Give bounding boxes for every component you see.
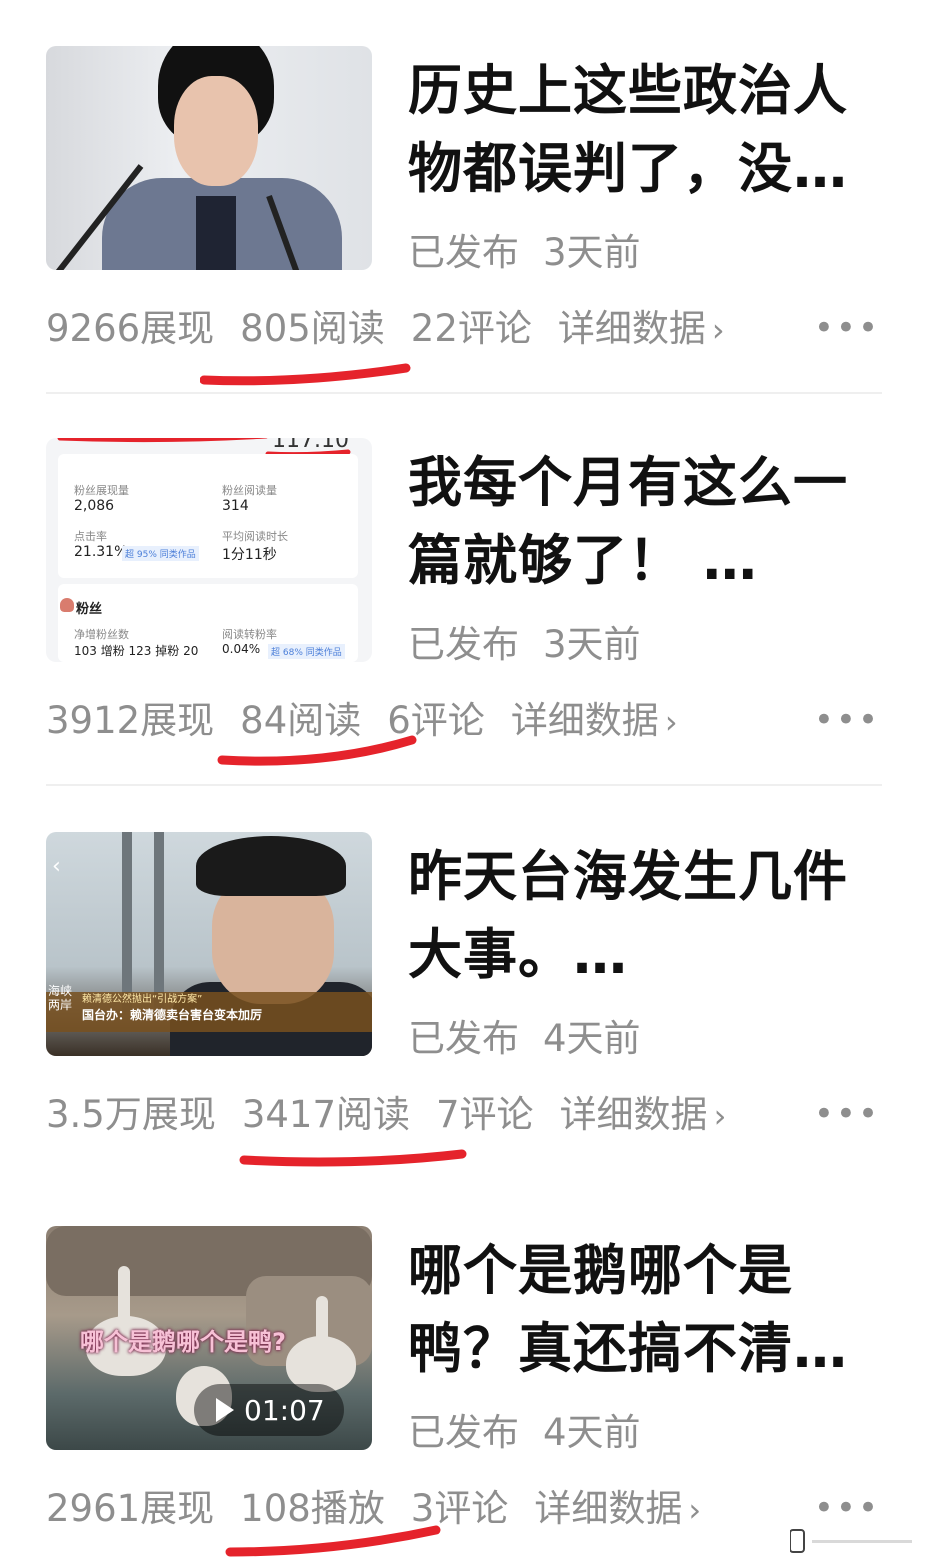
publish-status: 已发布: [408, 623, 519, 666]
divider: [46, 784, 882, 786]
detail-data-link[interactable]: 详细数据 ›: [511, 690, 678, 744]
article-thumbnail[interactable]: [46, 46, 372, 270]
article-card[interactable]: 哪个是鹅哪个是鸭? 01:07 哪个是鹅哪个是鸭？真还搞不清… 已发布 4天前 2…: [0, 1226, 928, 1566]
play-icon: [216, 1398, 234, 1422]
article-stats: 9266展现 805阅读 22评论 详细数据 ›: [46, 298, 751, 352]
publish-time: 4天前: [543, 1411, 641, 1454]
detail-data-link[interactable]: 详细数据 ›: [558, 298, 725, 352]
fan-impressions-value: 2,086: [74, 498, 115, 514]
detail-data-link[interactable]: 详细数据 ›: [534, 1478, 701, 1532]
comments-count[interactable]: 22评论: [411, 298, 532, 352]
article-thumbnail[interactable]: 哪个是鹅哪个是鸭? 01:07: [46, 1226, 372, 1450]
publish-status: 已发布: [408, 1411, 519, 1454]
reads-count: 3417阅读: [241, 1093, 411, 1136]
article-meta: 已发布 4天前: [408, 1402, 641, 1456]
chevron-right-icon: ›: [664, 703, 678, 741]
article-title[interactable]: 哪个是鹅哪个是鸭？真还搞不清…: [408, 1232, 878, 1388]
net-fans-value: 103 增粉 123 掉粉 20: [74, 644, 199, 658]
article-card[interactable]: ‹ 海峡两岸 赖清德公然抛出“引战方案” 国台办：赖清德卖台害台变本加厉 昨天台…: [0, 832, 928, 1224]
video-duration: 01:07: [244, 1393, 325, 1427]
detail-data-label: 详细数据: [510, 699, 659, 742]
publish-time: 3天前: [543, 231, 641, 274]
fan-reads-value: 314: [222, 498, 249, 514]
red-annotation-underline: [217, 735, 417, 766]
fan-impressions-label: 粉丝展现量: [74, 484, 129, 497]
article-thumbnail[interactable]: 117.10 粉丝展现量 2,086 粉丝阅读量 314 点击率 21.31% …: [46, 438, 372, 662]
article-card[interactable]: 117.10 粉丝展现量 2,086 粉丝阅读量 314 点击率 21.31% …: [0, 438, 928, 830]
ctr-value: 21.31%: [74, 544, 128, 560]
detail-data-link[interactable]: 详细数据 ›: [560, 1084, 727, 1138]
reads-count: 805阅读: [240, 307, 385, 350]
fan-reads-label: 粉丝阅读量: [222, 484, 277, 497]
video-overlay-text: 哪个是鹅哪个是鸭?: [80, 1328, 286, 1356]
ctr-label: 点击率: [74, 530, 107, 543]
more-dots-icon[interactable]: •••: [814, 1094, 880, 1134]
article-card[interactable]: 历史上这些政治人物都误判了，没… 已发布 3天前 9266展现 805阅读 22评…: [0, 46, 928, 438]
chevron-right-icon: ›: [713, 1097, 727, 1135]
chevron-right-icon: ›: [711, 311, 725, 349]
publish-time: 3天前: [543, 623, 641, 666]
comments-count[interactable]: 7评论: [436, 1084, 534, 1138]
divider: [46, 392, 882, 394]
net-fans-label: 净增粉丝数: [74, 628, 129, 641]
impressions-count: 3.5万展现: [46, 1093, 216, 1136]
article-thumbnail[interactable]: ‹ 海峡两岸 赖清德公然抛出“引战方案” 国台办：赖清德卖台害台变本加厉: [46, 832, 372, 1056]
more-dots-icon[interactable]: •••: [814, 308, 880, 348]
detail-data-label: 详细数据: [559, 1093, 708, 1136]
user-icon: [60, 598, 74, 612]
impressions-count: 3912展现: [46, 699, 215, 742]
avg-time-label: 平均阅读时长: [222, 530, 288, 543]
fans-section-title: 粉丝: [76, 602, 103, 617]
publish-time: 4天前: [543, 1017, 641, 1060]
impressions-count: 2961展现: [46, 1487, 215, 1530]
more-dots-icon[interactable]: •••: [814, 1488, 880, 1528]
conversion-tag: 超 68% 同类作品: [268, 644, 345, 659]
publish-status: 已发布: [408, 1017, 519, 1060]
article-title[interactable]: 历史上这些政治人物都误判了，没…: [408, 52, 878, 208]
article-title[interactable]: 昨天台海发生几件大事。…: [408, 838, 878, 994]
red-annotation-underline: [225, 1525, 441, 1557]
avg-time-value: 1分11秒: [222, 547, 277, 563]
back-arrow-icon: ‹: [52, 854, 61, 879]
red-annotation-underline: [200, 363, 411, 386]
more-dots-icon[interactable]: •••: [814, 700, 880, 740]
chevron-right-icon: ›: [688, 1491, 702, 1529]
red-annotation-underline: [239, 1149, 467, 1167]
watermark-icon: [790, 1529, 912, 1553]
video-duration-badge[interactable]: 01:07: [194, 1384, 344, 1436]
publish-status: 已发布: [408, 231, 519, 274]
channel-logo: 海峡两岸: [48, 984, 73, 1012]
impressions-count: 9266展现: [46, 307, 215, 350]
article-meta: 已发布 3天前: [408, 222, 641, 276]
conversion-value: 0.04%: [222, 642, 261, 656]
ctr-tag: 超 95% 同类作品: [122, 546, 199, 561]
article-meta: 已发布 4天前: [408, 1008, 641, 1062]
article-meta: 已发布 3天前: [408, 614, 641, 668]
detail-data-label: 详细数据: [534, 1487, 683, 1530]
conversion-label: 阅读转粉率: [222, 628, 277, 641]
news-caption-top: 赖清德公然抛出“引战方案”: [82, 994, 203, 1005]
news-caption-main: 国台办：赖清德卖台害台变本加厉: [82, 1008, 263, 1022]
detail-data-label: 详细数据: [557, 307, 706, 350]
article-title[interactable]: 我每个月有这么一篇就够了！ …: [408, 444, 878, 600]
article-stats: 3.5万展现 3417阅读 7评论 详细数据 ›: [46, 1084, 752, 1138]
